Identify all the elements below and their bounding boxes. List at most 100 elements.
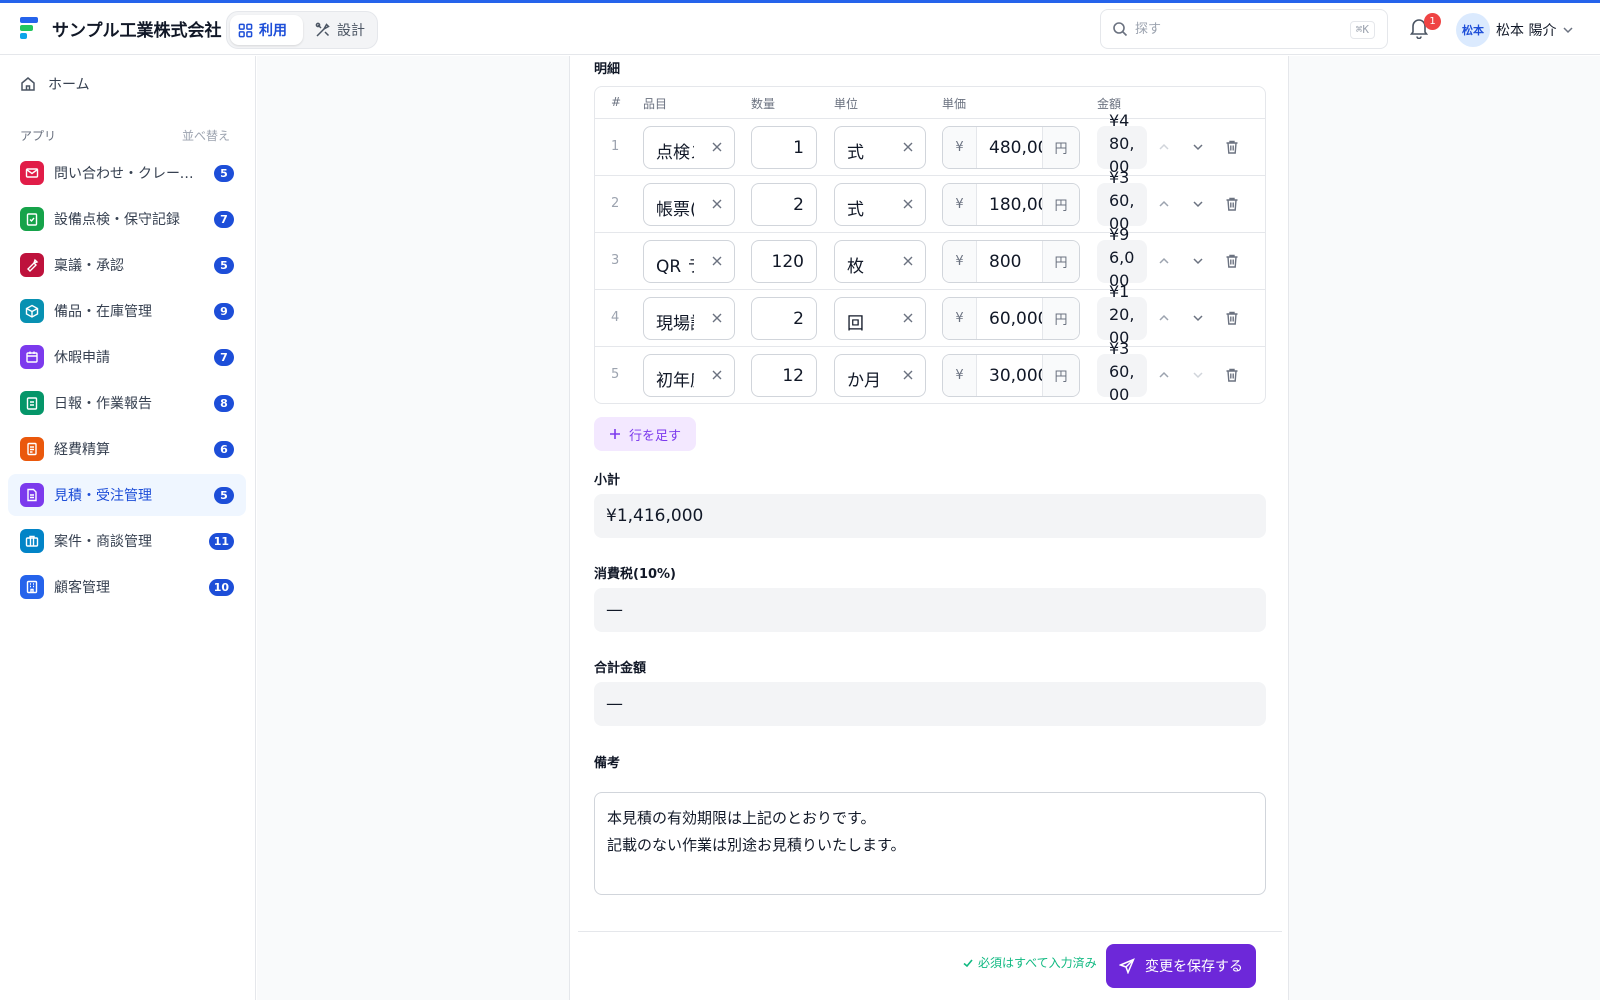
move-down-icon[interactable] xyxy=(1190,310,1206,326)
unit-field[interactable]: 式 xyxy=(834,126,926,169)
trash-icon[interactable] xyxy=(1224,310,1240,326)
unit-value: 枚 xyxy=(847,257,864,277)
search-input[interactable] xyxy=(1135,16,1325,42)
sidebar-item-inquiries[interactable]: 問い合わせ・クレーム管理 5 xyxy=(8,152,246,194)
unit-price-field[interactable]: ¥60,000円 xyxy=(942,297,1080,340)
clear-icon[interactable] xyxy=(710,197,724,211)
clear-icon[interactable] xyxy=(901,368,915,382)
trash-icon[interactable] xyxy=(1224,367,1240,383)
unit-field[interactable]: か月 xyxy=(834,354,926,397)
quantity-field[interactable]: 120 xyxy=(751,240,817,283)
sidebar-item-label: 休暇申請 xyxy=(54,350,110,366)
yen-prefix: ¥ xyxy=(943,298,977,339)
unit-price-input[interactable]: 60,000 xyxy=(977,298,1042,339)
avatar: 松本 xyxy=(1456,13,1490,47)
notifications-button[interactable]: 1 xyxy=(1409,13,1441,43)
mode-design-button[interactable]: 設計 xyxy=(307,15,375,45)
sidebar-item-expenses[interactable]: 経費精算 6 xyxy=(8,428,246,470)
move-down-icon[interactable] xyxy=(1190,253,1206,269)
unit-price-input[interactable]: 180,000 xyxy=(977,184,1042,225)
item-field[interactable]: 点検ス xyxy=(643,126,735,169)
footer-divider xyxy=(578,931,1282,932)
unit-field[interactable]: 式 xyxy=(834,183,926,226)
unit-price-field[interactable]: ¥180,000円 xyxy=(942,183,1080,226)
validation-status: 必須はすべて入力済み xyxy=(962,954,1097,971)
add-row-label: 行を足す xyxy=(628,428,681,444)
notes-line: 記載のない作業は別途お見積りいたします。 xyxy=(607,836,906,854)
sidebar-item-inspection[interactable]: 設備点検・保守記録 7 xyxy=(8,198,246,240)
unit-price-input[interactable]: 30,000 xyxy=(977,355,1042,396)
item-field[interactable]: QR ラ xyxy=(643,240,735,283)
row-number: 2 xyxy=(611,196,620,211)
item-field[interactable]: 現場訪 xyxy=(643,297,735,340)
sidebar-item-customers[interactable]: 顧客管理 10 xyxy=(8,566,246,608)
sidebar-item-label: 案件・商談管理 xyxy=(54,534,152,550)
notification-badge: 1 xyxy=(1424,13,1441,30)
subtotal-label: 小計 xyxy=(594,473,621,488)
save-button[interactable]: 変更を保存する xyxy=(1106,944,1256,988)
sidebar-item-daily-report[interactable]: 日報・作業報告 8 xyxy=(8,382,246,424)
user-menu[interactable]: 松本 松本 陽介 xyxy=(1456,13,1588,47)
trash-icon[interactable] xyxy=(1224,139,1240,155)
sidebar-item-label: 設備点検・保守記録 xyxy=(54,212,180,228)
unit-price-value: 480,000 xyxy=(989,138,1042,158)
clear-icon[interactable] xyxy=(710,368,724,382)
count-badge: 8 xyxy=(214,395,234,412)
stamp-icon xyxy=(20,253,44,277)
line-items-table: # 品目 数量 単位 単価 金額 1点検ス1式¥480,000円¥480,000… xyxy=(594,86,1266,404)
unit-field[interactable]: 枚 xyxy=(834,240,926,283)
count-badge: 7 xyxy=(214,211,234,228)
clear-icon[interactable] xyxy=(901,254,915,268)
sidebar-item-quotes[interactable]: 見積・受注管理 5 xyxy=(8,474,246,516)
trash-icon[interactable] xyxy=(1224,253,1240,269)
calendar-icon xyxy=(20,345,44,369)
yen-prefix: ¥ xyxy=(943,241,977,282)
unit-price-field[interactable]: ¥800 円 xyxy=(942,240,1080,283)
unit-field[interactable]: 回 xyxy=(834,297,926,340)
item-field[interactable]: 帳票( xyxy=(643,183,735,226)
item-field[interactable]: 初年度 xyxy=(643,354,735,397)
quantity-field[interactable]: 12 xyxy=(751,354,817,397)
move-up-icon[interactable] xyxy=(1156,253,1172,269)
unit-price-input[interactable]: 800 xyxy=(977,241,1042,282)
move-up-icon[interactable] xyxy=(1156,139,1172,155)
sidebar-item-approval[interactable]: 稟議・承認 5 xyxy=(8,244,246,286)
clipboard-icon xyxy=(20,391,44,415)
subtotal-value: ¥1,416,000 xyxy=(606,506,704,526)
unit-price-input[interactable]: 480,000 xyxy=(977,127,1042,168)
clear-icon[interactable] xyxy=(710,254,724,268)
unit-price-field[interactable]: ¥480,000円 xyxy=(942,126,1080,169)
en-suffix: 円 xyxy=(1042,127,1079,168)
clear-icon[interactable] xyxy=(710,140,724,154)
add-row-button[interactable]: 行を足す xyxy=(594,417,696,451)
quantity-field[interactable]: 2 xyxy=(751,183,817,226)
move-up-icon[interactable] xyxy=(1156,196,1172,212)
sidebar-item-deals[interactable]: 案件・商談管理 11 xyxy=(8,520,246,562)
move-up-icon[interactable] xyxy=(1156,367,1172,383)
quantity-field[interactable]: 1 xyxy=(751,126,817,169)
move-down-icon[interactable] xyxy=(1190,196,1206,212)
table-header: # 品目 数量 単位 単価 金額 xyxy=(595,87,1265,119)
move-down-icon[interactable] xyxy=(1190,139,1206,155)
move-up-icon[interactable] xyxy=(1156,310,1172,326)
col-num: # xyxy=(611,95,622,109)
mail-icon xyxy=(20,161,44,185)
clear-icon[interactable] xyxy=(901,197,915,211)
clear-icon[interactable] xyxy=(901,140,915,154)
sidebar-item-leave[interactable]: 休暇申請 7 xyxy=(8,336,246,378)
move-down-icon[interactable] xyxy=(1190,367,1206,383)
search-box[interactable]: ⌘K xyxy=(1100,9,1388,49)
sidebar-item-home[interactable]: ホーム xyxy=(8,66,246,102)
count-badge: 5 xyxy=(214,257,234,274)
sidebar-item-inventory[interactable]: 備品・在庫管理 9 xyxy=(8,290,246,332)
sidebar-item-label: 見積・受注管理 xyxy=(54,488,152,504)
trash-icon[interactable] xyxy=(1224,196,1240,212)
notes-textarea[interactable]: 本見積の有効期限は上記のとおりです。 記載のない作業は別途お見積りいたします。 xyxy=(594,792,1266,895)
unit-value: 回 xyxy=(847,314,864,334)
quantity-field[interactable]: 2 xyxy=(751,297,817,340)
sort-button[interactable]: 並べ替え xyxy=(182,127,230,144)
clear-icon[interactable] xyxy=(901,311,915,325)
mode-use-button[interactable]: 利用 xyxy=(230,15,303,45)
unit-price-field[interactable]: ¥30,000円 xyxy=(942,354,1080,397)
clear-icon[interactable] xyxy=(710,311,724,325)
